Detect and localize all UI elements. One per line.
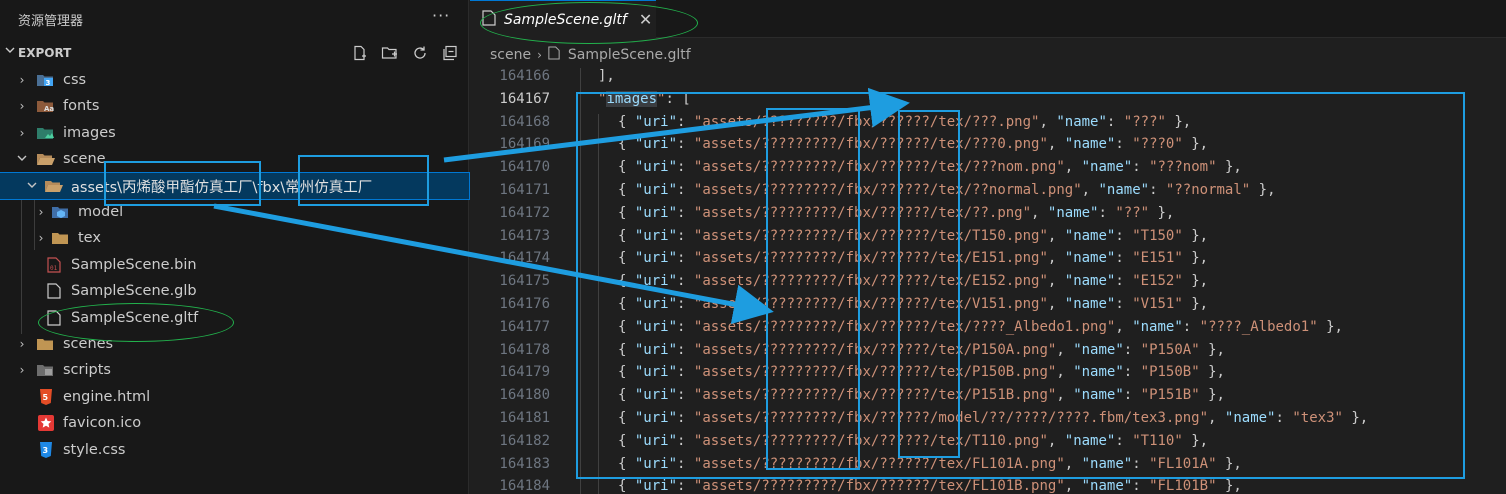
- explorer-section-header[interactable]: EXPORT: [0, 42, 469, 66]
- fonts-folder-icon: Aa: [37, 98, 55, 114]
- new-folder-icon[interactable]: [381, 44, 399, 62]
- chevron-down-icon: [4, 44, 16, 59]
- tree-item-engine-html[interactable]: 5 engine.html: [0, 384, 469, 410]
- refresh-icon[interactable]: [411, 44, 429, 62]
- file-icon: [45, 283, 63, 299]
- html-file-icon: 5: [37, 389, 55, 405]
- folder-icon: [37, 336, 55, 352]
- file-icon: [548, 46, 560, 64]
- breadcrumb: scene › SampleScene.gltf: [490, 44, 691, 66]
- chevron-right-icon: ›: [38, 231, 44, 245]
- favicon-star-icon: [37, 415, 55, 431]
- section-label: EXPORT: [18, 46, 72, 60]
- annotation-box-column-1: [766, 108, 860, 470]
- chevron-down-icon: [25, 179, 39, 194]
- collapse-all-icon[interactable]: [441, 44, 459, 62]
- chevron-right-icon: ›: [19, 363, 25, 377]
- line-number: 164174: [499, 250, 550, 267]
- line-number: 164183: [499, 455, 550, 472]
- tree-item-label: tex: [78, 230, 101, 246]
- explorer-sidebar: 资源管理器 ··· EXPORT › 3 css › Aa fonts › im…: [0, 0, 470, 494]
- svg-text:5: 5: [43, 393, 49, 402]
- tree-item-style-css[interactable]: 3 style.css: [0, 437, 469, 463]
- annotation-ellipse-tab: [480, 2, 698, 44]
- tree-item-label: css: [63, 72, 87, 88]
- tree-item-css[interactable]: › 3 css: [0, 67, 469, 93]
- svg-text:Aa: Aa: [44, 105, 54, 113]
- line-number: 164180: [499, 387, 550, 404]
- chevron-right-icon: ›: [537, 48, 542, 62]
- line-number: 164166: [499, 68, 550, 84]
- code-text: ],: [598, 68, 615, 84]
- tree-item-fonts[interactable]: › Aa fonts: [0, 93, 469, 119]
- tree-item-tex[interactable]: › tex: [0, 225, 469, 251]
- folder-icon: [52, 230, 70, 246]
- line-number: 164169: [499, 136, 550, 153]
- line-number: 164176: [499, 296, 550, 312]
- new-file-icon[interactable]: [351, 44, 369, 62]
- svg-text:01: 01: [50, 265, 58, 272]
- explorer-title: 资源管理器: [18, 14, 84, 29]
- scripts-folder-icon: [37, 362, 55, 378]
- line-number: 164177: [499, 318, 550, 335]
- breadcrumb-item[interactable]: SampleScene.gltf: [568, 47, 691, 63]
- tree-item-label: scripts: [63, 362, 111, 378]
- model-folder-icon: [52, 204, 70, 220]
- tree-item-samplescene-glb[interactable]: SampleScene.glb: [0, 278, 469, 304]
- annotation-box-folder-1: [104, 161, 261, 206]
- code-text: { "uri": "assets/?????????/fbx/??????/te…: [618, 478, 1242, 494]
- line-number: 164175: [499, 273, 550, 290]
- chevron-right-icon: ›: [19, 73, 25, 87]
- tree-item-label: scene: [63, 151, 106, 167]
- tree-item-label: style.css: [63, 442, 126, 458]
- tree-item-samplescene-bin[interactable]: 01 SampleScene.bin: [0, 252, 469, 278]
- images-folder-icon: [37, 125, 55, 141]
- line-number: 164182: [499, 432, 550, 449]
- more-actions-icon[interactable]: ···: [432, 6, 450, 25]
- tree-item-label: SampleScene.bin: [71, 257, 197, 273]
- line-number: 164170: [499, 159, 550, 176]
- chevron-down-icon: [15, 152, 29, 167]
- tree-item-images[interactable]: › images: [0, 120, 469, 146]
- line-number: 164171: [499, 182, 550, 198]
- breadcrumb-item[interactable]: scene: [490, 47, 531, 63]
- tree-item-label: model: [78, 204, 124, 220]
- annotation-ellipse-file: [38, 303, 234, 342]
- svg-text:3: 3: [46, 79, 51, 87]
- line-number: 164181: [499, 410, 550, 426]
- chevron-right-icon: ›: [19, 126, 25, 140]
- css-folder-icon: 3: [37, 72, 55, 88]
- annotation-box-folder-2: [298, 155, 429, 206]
- chevron-right-icon: ›: [19, 337, 25, 351]
- tree-item-favicon[interactable]: favicon.ico: [0, 410, 469, 436]
- folder-open-icon: [37, 151, 55, 167]
- code-line[interactable]: 164184 { "uri": "assets/?????????/fbx/???…: [470, 478, 1506, 494]
- line-number: 164172: [499, 204, 550, 221]
- chevron-right-icon: ›: [19, 99, 25, 113]
- tree-item-label: images: [63, 125, 116, 141]
- line-number: 164173: [499, 227, 550, 244]
- annotation-box-column-2: [898, 110, 960, 458]
- tree-item-label: engine.html: [63, 389, 151, 405]
- folder-open-icon: [45, 178, 63, 194]
- line-number: 164168: [499, 113, 550, 130]
- code-line[interactable]: 164166],: [470, 68, 1506, 91]
- line-number: 164184: [499, 478, 550, 494]
- css-file-icon: 3: [37, 442, 55, 458]
- binary-file-icon: 01: [45, 257, 63, 273]
- line-number: 164178: [499, 341, 550, 358]
- tree-item-label: SampleScene.glb: [71, 283, 197, 299]
- annotation-box-images: [576, 92, 1465, 479]
- tree-item-label: fonts: [63, 98, 100, 114]
- line-number: 164167: [499, 90, 550, 107]
- line-number: 164179: [499, 364, 550, 381]
- tree-item-scripts[interactable]: › scripts: [0, 357, 469, 383]
- svg-text:3: 3: [43, 446, 49, 455]
- chevron-right-icon: ›: [38, 205, 44, 219]
- tree-item-label: favicon.ico: [63, 415, 142, 431]
